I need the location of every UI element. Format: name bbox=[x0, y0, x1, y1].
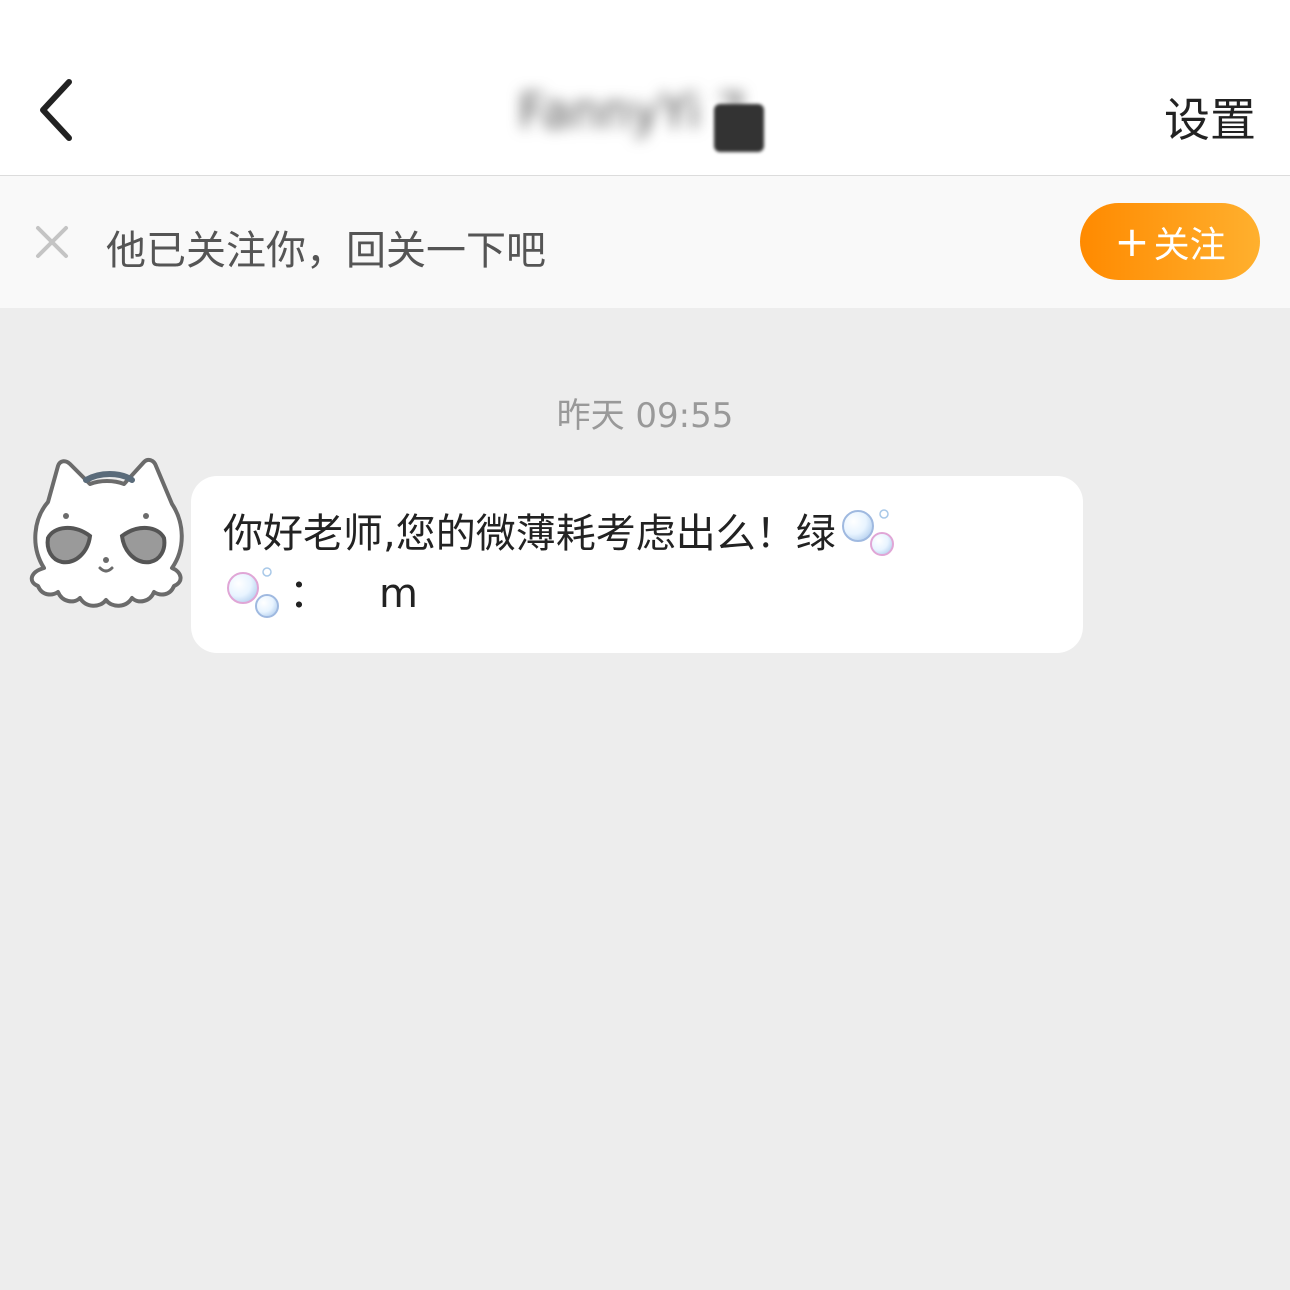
plus-icon: + bbox=[1114, 216, 1150, 266]
contact-handle: m bbox=[379, 571, 418, 617]
close-icon bbox=[36, 226, 68, 258]
settings-button[interactable]: 设置 bbox=[1164, 84, 1256, 150]
follow-back-message: 他已关注你，回关一下吧 bbox=[106, 228, 546, 274]
navigation-bar: FannyYi 7 设置 bbox=[0, 0, 1290, 176]
back-button[interactable] bbox=[22, 70, 92, 150]
dismiss-banner-button[interactable] bbox=[30, 220, 74, 264]
redacted-handle bbox=[422, 574, 572, 614]
chevron-left-icon bbox=[40, 79, 72, 141]
message-timestamp: 昨天 09:55 bbox=[556, 396, 734, 436]
follow-button[interactable]: + 关注 bbox=[1080, 203, 1260, 280]
message-line-1: 你好老师,您的微薄耗考虑出么！绿 bbox=[223, 504, 1053, 564]
bubbles-emoji-icon bbox=[227, 567, 279, 618]
bubbles-emoji-icon bbox=[841, 509, 894, 556]
follow-button-label: 关注 bbox=[1153, 224, 1226, 266]
message-bubble[interactable]: 你好老师,您的微薄耗考虑出么！绿 ： m bbox=[191, 476, 1083, 653]
message-text: 你好老师,您的微薄耗考虑出么！绿 bbox=[223, 511, 836, 557]
conversation-title: FannyYi 7 bbox=[500, 70, 790, 160]
contact-name: FannyYi 7 bbox=[518, 84, 747, 140]
follow-back-banner: 他已关注你，回关一下吧 + 关注 bbox=[0, 176, 1290, 308]
message-line-2: ： m bbox=[223, 564, 1053, 624]
redaction-block bbox=[714, 104, 764, 152]
cat-avatar[interactable] bbox=[24, 456, 188, 612]
message-colon: ： bbox=[289, 571, 329, 617]
